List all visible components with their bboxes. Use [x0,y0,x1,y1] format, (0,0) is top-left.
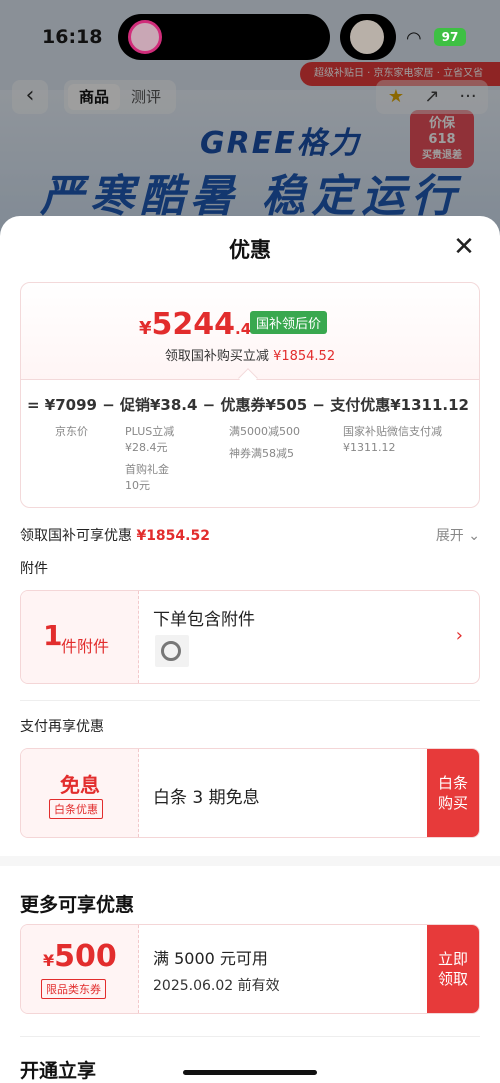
status-bar: 16:18 ◠ 97 [0,0,500,70]
breakdown-col-jd-price: 京东价 [55,424,88,440]
baitiao-buy-button[interactable]: 白条购买 [427,749,479,837]
section-divider [0,856,500,866]
coupon-validity: 2025.06.02 前有效 [153,978,280,994]
price-subtitle: 领取国补购买立减 ¥1854.52 [21,345,479,364]
close-button[interactable]: ✕ [450,234,478,262]
close-icon: ✕ [453,232,475,262]
price-sub-amount: ¥1854.52 [273,349,336,364]
breakdown-text: 满5000减500 [229,425,300,438]
home-indicator [183,1070,317,1075]
coupon-condition: 满 5000 元可用 [153,949,268,968]
sheet-title: 优惠 [229,238,271,262]
accessories-section-label: 附件 [20,561,48,577]
expand-label: 展开 [435,528,464,544]
accessories-unit: 件附件 [61,637,110,656]
breakdown-col-payment: 国家补贴微信支付减 ¥1311.12 [343,424,442,456]
installment-text: 白条 3 期免息 [153,788,260,808]
breakdown-text: PLUS立减 [125,425,175,438]
final-price: ¥5244.48 [139,307,262,342]
price-symbol: ¥ [139,318,152,339]
breakdown-text: 京东价 [55,425,88,438]
coupon-value: 500 [54,939,117,974]
avatar [128,20,162,54]
accessories-count: 1 [43,619,63,652]
status-time: 16:18 [42,26,103,48]
fan-icon [161,641,181,661]
avatar [350,20,384,54]
breakdown-text: ¥1311.12 [343,441,396,454]
wifi-icon: ◠ [406,28,422,49]
installment-left-panel: 免息 白条优惠 [21,749,139,837]
coupon-card: ¥500 限品类东券 满 5000 元可用 2025.06.02 前有效 立即领… [20,924,480,1014]
breakdown-formula: = ¥7099 − 促销¥38.4 − 优惠券¥505 − 支付优惠¥1311.… [27,396,469,414]
pay-section-label: 支付再享优惠 [20,719,104,735]
coupon-symbol: ¥ [43,951,55,970]
coupon-left-panel: ¥500 限品类东券 [21,925,139,1013]
gov-subsidy-line: 领取国补可享优惠 ¥1854.52 [20,525,210,545]
claim-coupon-button[interactable]: 立即领取 [427,925,479,1013]
open-share-heading: 开通立享 [20,1060,97,1082]
installment-card: 免息 白条优惠 白条 3 期免息 白条购买 [20,748,480,838]
accessories-count-panel: 1 件附件 [21,591,139,683]
divider [20,700,480,701]
dynamic-island [118,14,330,60]
price-header: ¥5244.48 国补领后价 领取国补购买立减 ¥1854.52 [21,283,479,379]
coupon-amount: ¥500 [43,939,117,974]
price-sub-label: 领取国补购买立减 [164,349,269,364]
price-type-badge: 国补领后价 [250,311,328,334]
dynamic-island-secondary [340,14,396,60]
expand-toggle[interactable]: 展开 ⌄ [436,525,480,545]
accessories-title: 下单包含附件 [153,610,255,630]
breakdown-text: 首购礼金 [125,463,169,476]
price-summary-card: ¥5244.48 国补领后价 领取国补购买立减 ¥1854.52 = ¥7099… [20,282,480,508]
discount-sheet: 优惠 ✕ ¥5244.48 国补领后价 领取国补购买立减 ¥1854.52 = … [0,216,500,1083]
coupon-type-badge: 限品类东券 [41,979,106,999]
breakdown-col-promo: PLUS立减 ¥28.4元 首购礼金 10元 [125,424,174,494]
baitiao-badge: 白条优惠 [49,799,103,819]
divider [20,1036,480,1037]
breakdown-text: 10元 [125,479,150,492]
price-integer: 5244 [151,307,236,342]
price-breakdown: = ¥7099 − 促销¥38.4 − 优惠券¥505 − 支付优惠¥1311.… [21,379,479,507]
breakdown-text: 国家补贴微信支付减 [343,425,442,438]
chevron-down-icon: ⌄ [468,528,480,544]
interest-free-title: 免息 [60,773,100,797]
accessories-card[interactable]: 1 件附件 下单包含附件 › [20,590,480,684]
gov-subsidy-label: 领取国补可享优惠 [20,528,132,544]
accessory-thumbnail [155,635,189,667]
breakdown-text: ¥28.4元 [125,441,168,454]
more-discounts-heading: 更多可享优惠 [20,894,135,916]
gov-subsidy-amount: ¥1854.52 [136,528,210,544]
breakdown-text: 神券满58减5 [229,447,294,460]
breakdown-col-coupon: 满5000减500 神券满58减5 [229,424,300,462]
battery-indicator: 97 [434,28,466,46]
chevron-right-icon: › [455,625,463,646]
